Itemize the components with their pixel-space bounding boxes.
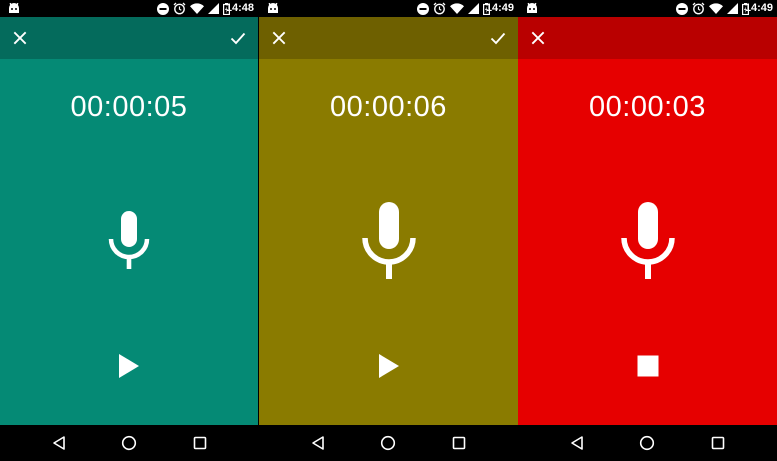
do-not-disturb-icon [157, 2, 169, 15]
toolbar [259, 17, 518, 59]
play-icon[interactable] [117, 353, 141, 379]
android-debug-icon [9, 2, 19, 13]
wifi-icon [450, 3, 464, 14]
check-icon[interactable] [486, 26, 510, 50]
elapsed-timer: 00:00:03 [589, 91, 706, 123]
status-time: 14:48 [225, 2, 254, 14]
close-icon[interactable] [267, 26, 291, 50]
recorder-screen-3: 14:49 00:00:03 [518, 0, 777, 461]
close-icon[interactable] [8, 26, 32, 50]
status-icons [417, 2, 490, 15]
status-time: 14:49 [744, 2, 773, 14]
navigation-bar [0, 425, 258, 461]
android-debug-icon [268, 2, 278, 13]
cell-signal-icon [727, 3, 738, 14]
toolbar [518, 17, 777, 59]
recents-icon[interactable] [709, 434, 727, 452]
microphone-icon [108, 211, 150, 269]
screenshots-strip: 14:48 00:00:05 14:49 00:00:06 14:49 00:0… [0, 0, 777, 461]
home-icon[interactable] [120, 434, 138, 452]
status-icons [157, 2, 230, 15]
cell-signal-icon [468, 3, 479, 14]
navigation-bar [518, 425, 777, 461]
microphone-icon [620, 202, 675, 279]
home-icon[interactable] [638, 434, 656, 452]
wifi-icon [709, 3, 723, 14]
alarm-icon [692, 2, 705, 15]
elapsed-timer: 00:00:06 [330, 91, 447, 123]
wifi-icon [190, 3, 204, 14]
home-icon[interactable] [379, 434, 397, 452]
microphone-icon [361, 202, 416, 279]
back-icon[interactable] [568, 434, 586, 452]
stop-icon[interactable] [636, 353, 660, 379]
elapsed-timer: 00:00:05 [70, 91, 188, 123]
status-bar: 14:49 [259, 0, 518, 17]
recents-icon[interactable] [450, 434, 468, 452]
do-not-disturb-icon [417, 2, 429, 15]
status-icons [676, 2, 749, 15]
check-icon[interactable] [226, 26, 250, 50]
recorder-body: 00:00:06 [259, 59, 518, 425]
back-icon[interactable] [309, 434, 327, 452]
play-icon[interactable] [377, 353, 401, 379]
recorder-screen-1: 14:48 00:00:05 [0, 0, 258, 461]
status-bar: 14:48 [0, 0, 258, 17]
recorder-screen-2: 14:49 00:00:06 [259, 0, 518, 461]
recents-icon[interactable] [191, 434, 209, 452]
back-icon[interactable] [50, 434, 68, 452]
status-bar: 14:49 [518, 0, 777, 17]
do-not-disturb-icon [676, 2, 688, 15]
close-icon[interactable] [526, 26, 550, 50]
android-debug-icon [527, 2, 537, 13]
recorder-body: 00:00:03 [518, 59, 777, 425]
alarm-icon [433, 2, 446, 15]
navigation-bar [259, 425, 518, 461]
toolbar [0, 17, 258, 59]
status-time: 14:49 [485, 2, 514, 14]
alarm-icon [173, 2, 186, 15]
recorder-body: 00:00:05 [0, 59, 258, 425]
cell-signal-icon [208, 3, 219, 14]
